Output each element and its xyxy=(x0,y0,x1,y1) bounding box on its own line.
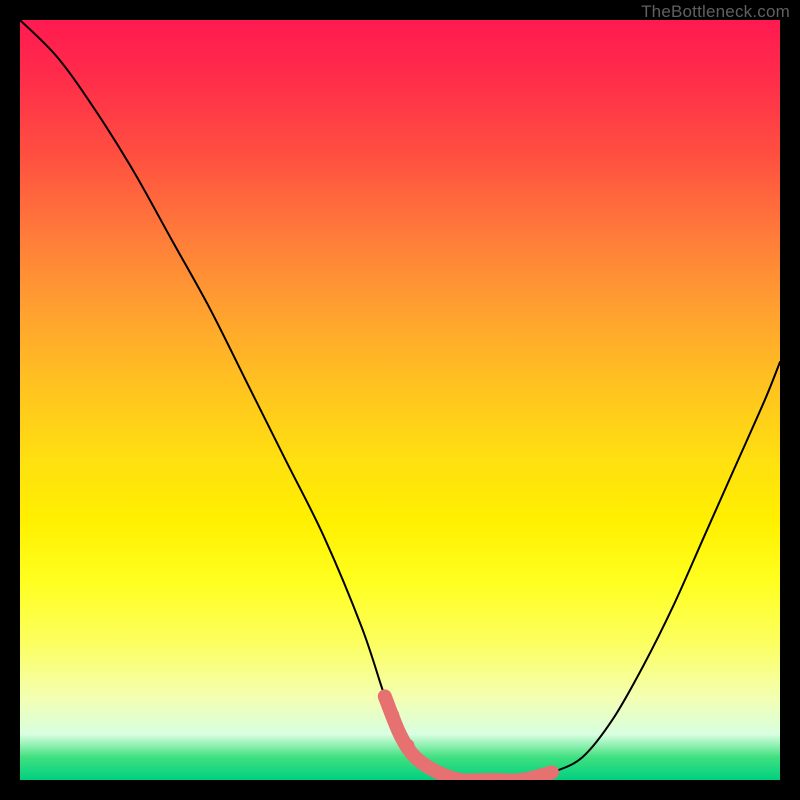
chart-plot-area xyxy=(20,20,780,780)
watermark-text: TheBottleneck.com xyxy=(641,2,790,22)
bottleneck-curve xyxy=(20,20,780,780)
